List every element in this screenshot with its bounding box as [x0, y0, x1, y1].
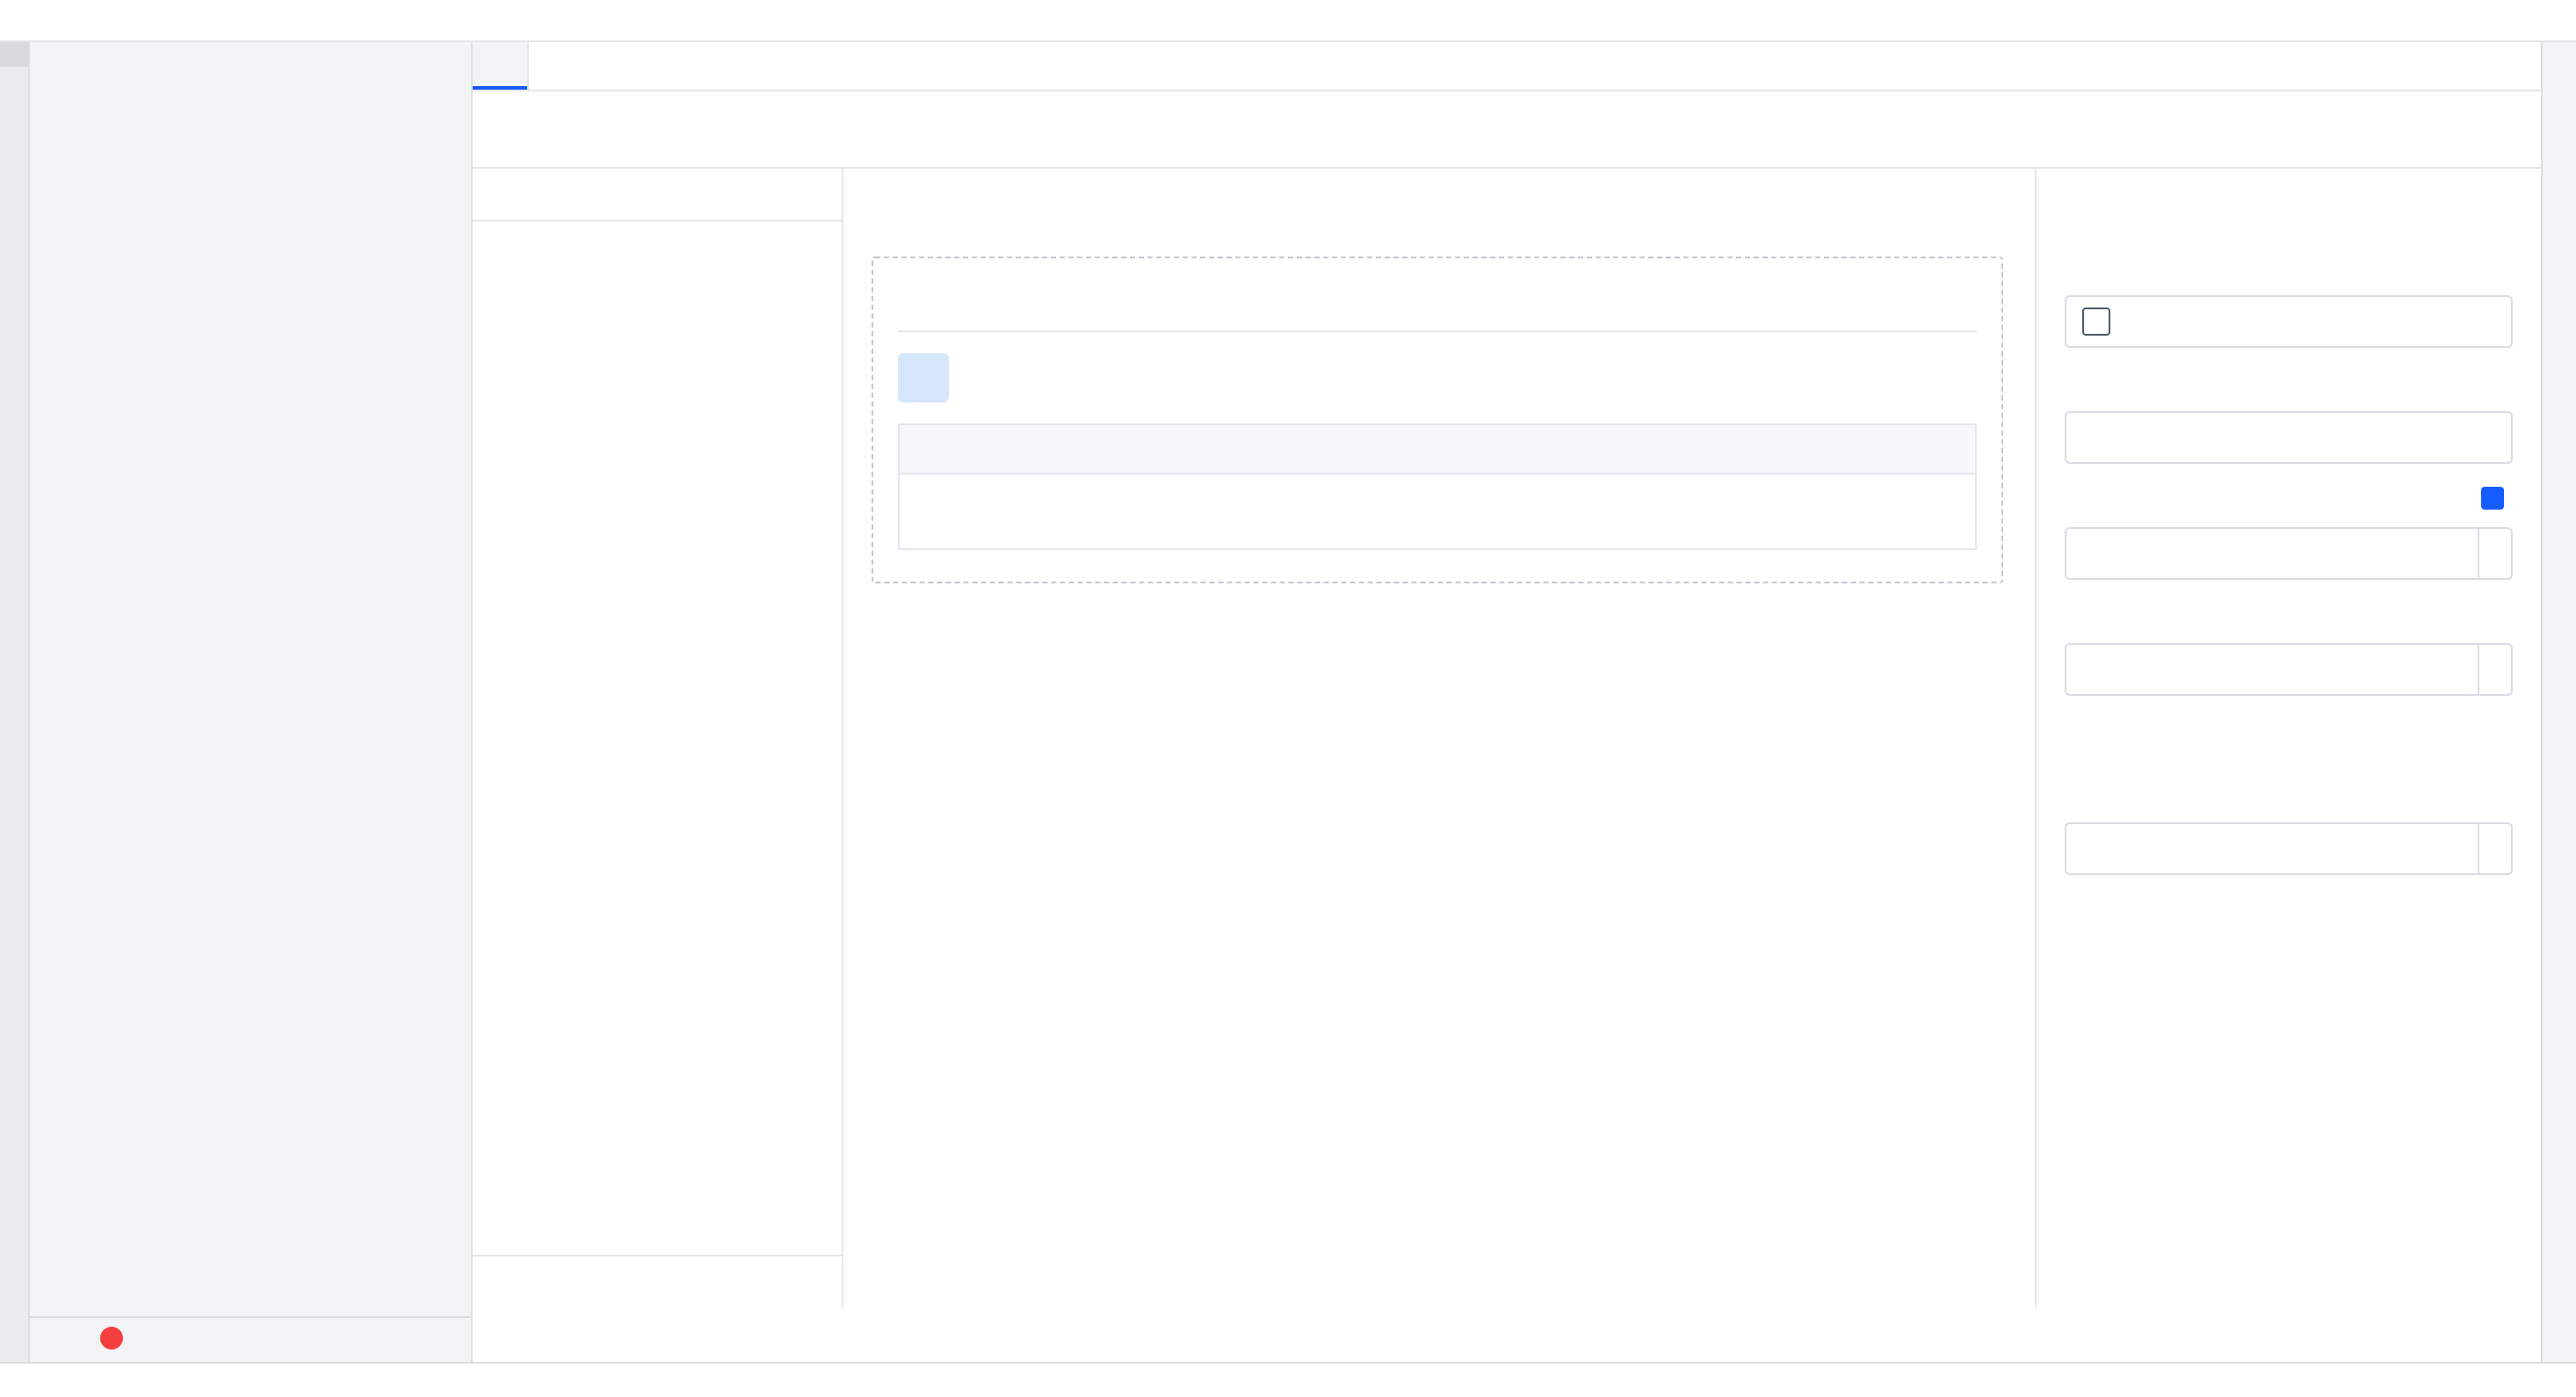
view-tabs	[473, 91, 2541, 167]
empty-state-text	[900, 474, 1975, 548]
subform-table	[898, 423, 1977, 550]
width-group	[2065, 893, 2513, 938]
search-input[interactable]	[77, 49, 283, 88]
right-rail	[2541, 42, 2576, 1362]
resource-explorer	[30, 42, 473, 1362]
resource-tree	[30, 95, 471, 1316]
topbar	[0, 0, 2576, 42]
left-rail	[0, 42, 30, 1362]
main-shell	[0, 42, 2576, 1362]
component-select[interactable]	[2065, 295, 2513, 348]
statusbar	[0, 1362, 2576, 1397]
text-component-icon	[2082, 308, 2110, 336]
field-select[interactable]	[2065, 411, 2513, 464]
subform-section	[872, 257, 2003, 583]
explorer-footer	[30, 1316, 471, 1362]
default-dynamic-button[interactable]	[2478, 645, 2511, 694]
title-input-group	[2065, 527, 2513, 580]
tab-purchase-order[interactable]	[473, 42, 529, 90]
field-group	[2065, 366, 2513, 464]
max-input-input-group	[2065, 822, 2513, 875]
subform-tabs	[898, 276, 1977, 332]
add-row-button[interactable]	[898, 353, 949, 402]
workarea	[473, 42, 2541, 1362]
display-type-group	[2065, 713, 2513, 759]
props-section-basic[interactable]	[2065, 169, 2513, 232]
default-value-input[interactable]	[2066, 645, 2478, 694]
form-canvas	[843, 169, 2035, 1307]
primeton-ide-window	[0, 0, 2576, 1397]
component-palette	[473, 169, 843, 1307]
properties-panel	[2035, 169, 2541, 1307]
show-label-checkbox[interactable]	[2481, 486, 2513, 509]
title-input[interactable]	[2066, 529, 2478, 578]
default-value-input-group	[2065, 643, 2513, 696]
subform-table-head	[900, 425, 1975, 474]
workarea-bottom-strip	[473, 1307, 2541, 1362]
max-input-group	[2065, 777, 2513, 875]
rail-tab-resources[interactable]	[0, 42, 28, 67]
view-api-link[interactable]	[898, 550, 1977, 571]
problems-badge	[100, 1326, 123, 1349]
max-input-unit	[2478, 824, 2511, 873]
title-variable-button[interactable]	[2478, 529, 2511, 578]
outline-panel-toggle[interactable]	[473, 1255, 842, 1307]
checkbox-checked-icon	[2481, 486, 2504, 509]
search-bar	[30, 42, 471, 95]
title-group	[2065, 481, 2513, 580]
palette-sections	[473, 221, 842, 1255]
doc-body	[473, 169, 2541, 1307]
document-tabs	[473, 42, 2541, 91]
view-header	[473, 91, 2541, 169]
max-input-field[interactable]	[2066, 824, 2478, 873]
default-value-group	[2065, 597, 2513, 696]
component-group	[2065, 250, 2513, 348]
canvas-toolbar	[872, 186, 2003, 221]
app-logo-icon	[18, 6, 46, 34]
palette-tabs	[473, 169, 842, 221]
